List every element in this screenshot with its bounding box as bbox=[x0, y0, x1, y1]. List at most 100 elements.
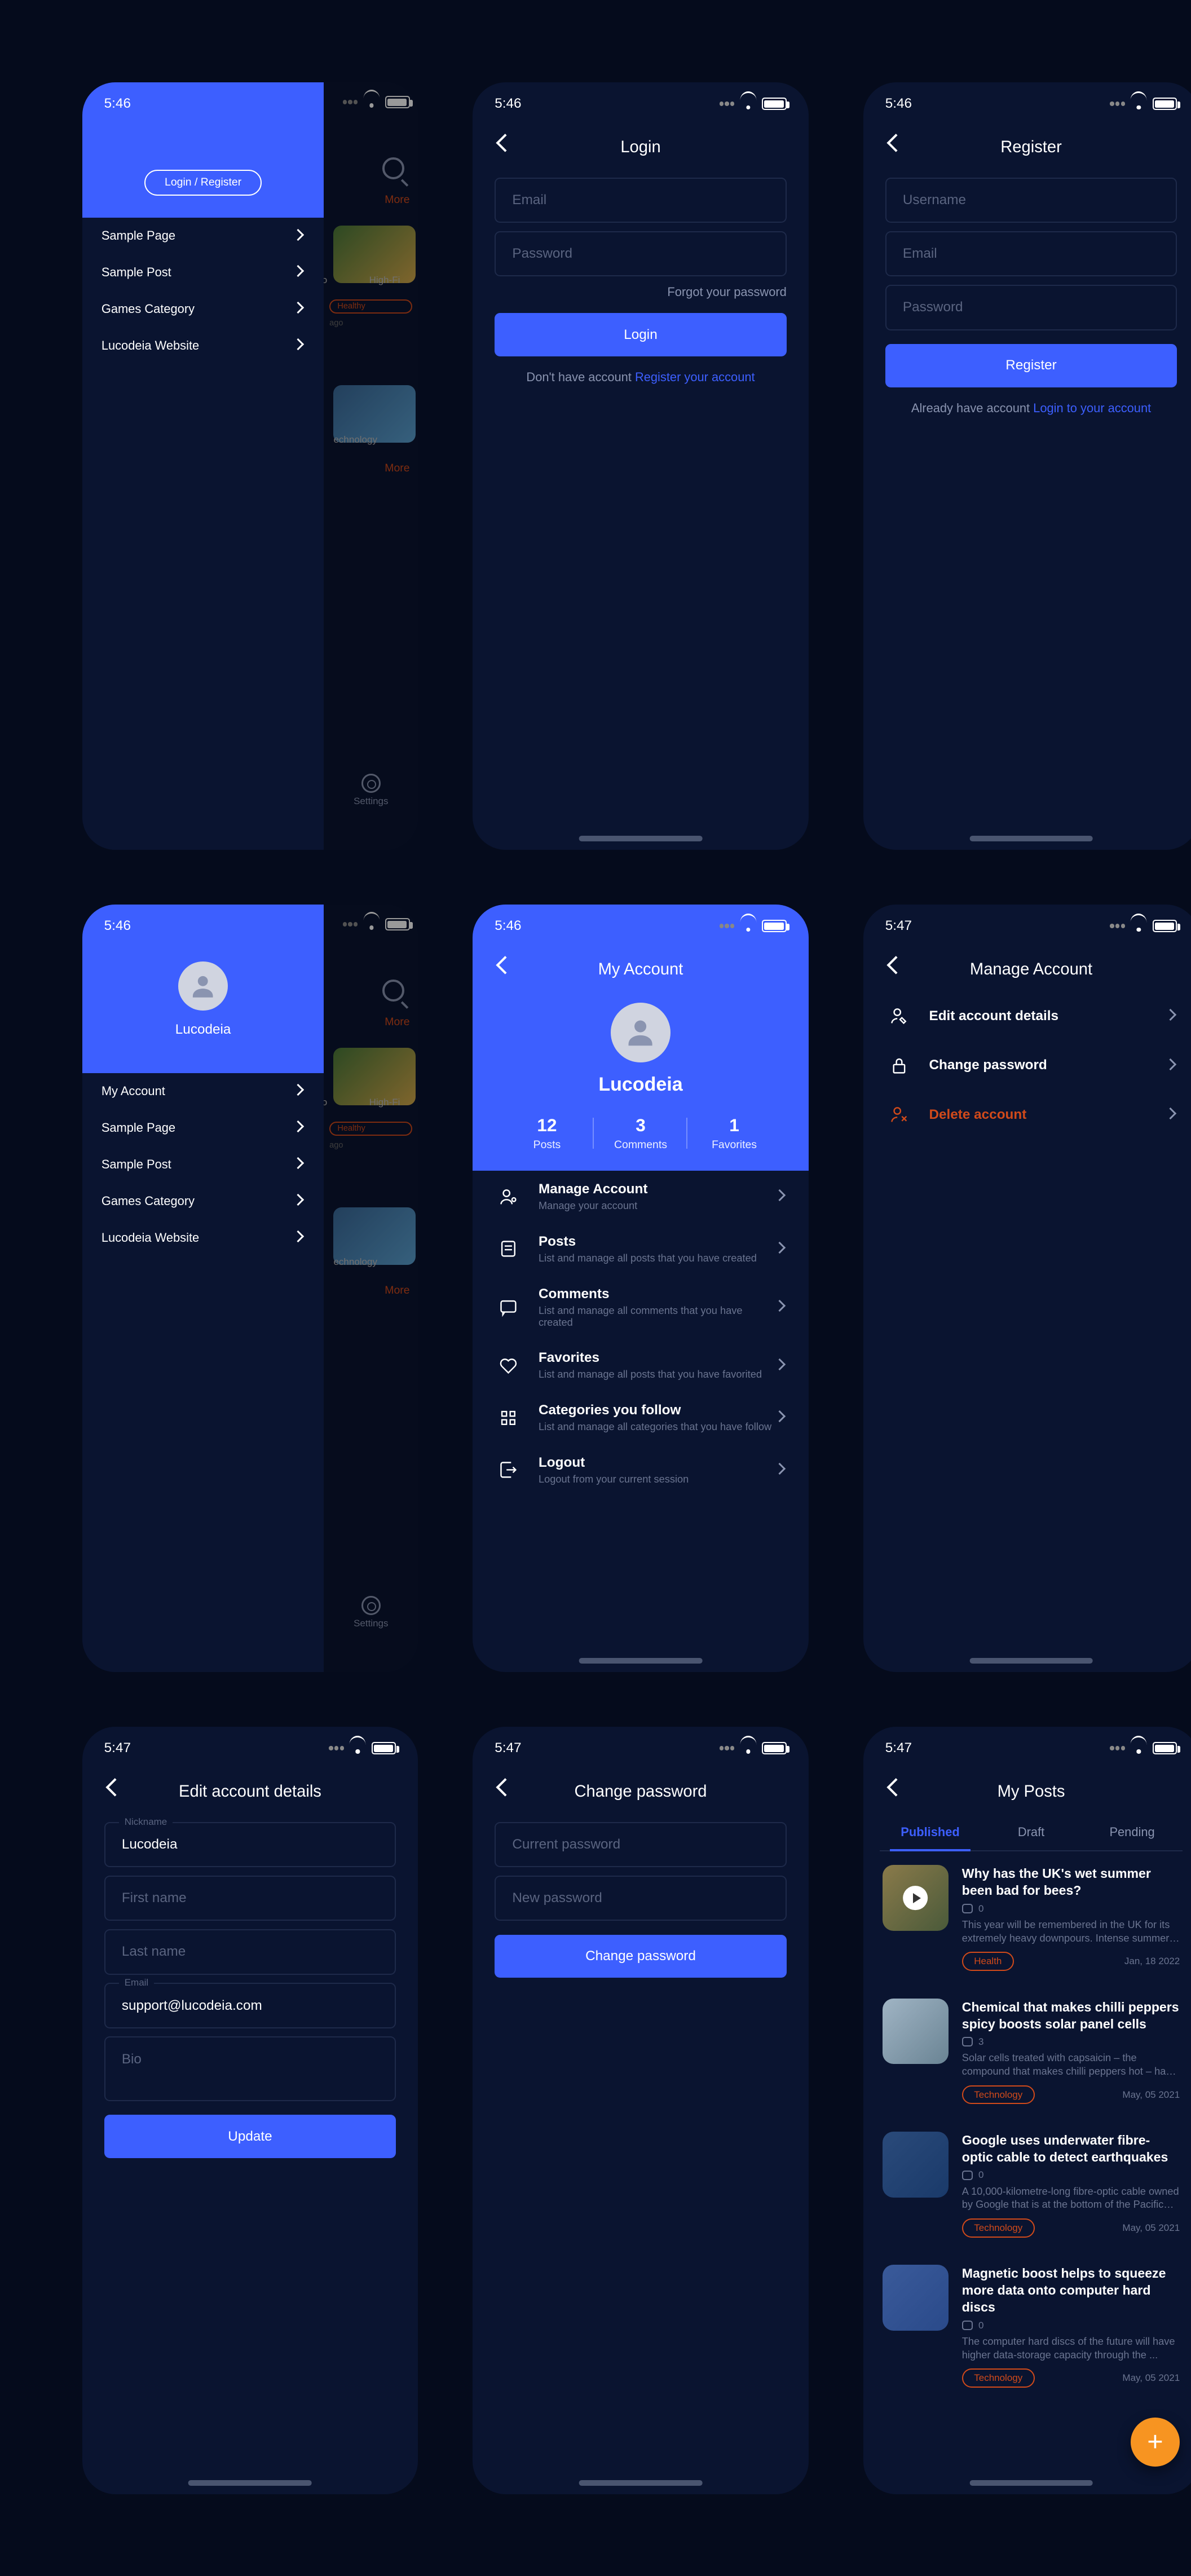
post-tag[interactable]: Technology bbox=[962, 2218, 1035, 2238]
chevron-right-icon bbox=[775, 1412, 786, 1423]
bio-field[interactable]: Bio bbox=[104, 2036, 396, 2101]
post-item[interactable]: Chemical that makes chilli peppers spicy… bbox=[863, 1984, 1191, 2118]
home-indicator bbox=[969, 2480, 1093, 2486]
register-button[interactable]: Register bbox=[885, 344, 1177, 387]
settings-button[interactable]: Settings bbox=[324, 1596, 418, 1629]
email-field[interactable]: Email bbox=[495, 178, 787, 223]
avatar[interactable] bbox=[178, 961, 227, 1011]
back-button[interactable] bbox=[495, 136, 517, 158]
avatar[interactable] bbox=[611, 1003, 671, 1063]
new-password-field[interactable]: New password bbox=[495, 1876, 787, 1921]
screen-manage-account: 5:47 Manage Account Edit account details… bbox=[863, 905, 1191, 1672]
back-button[interactable] bbox=[495, 1781, 517, 1803]
menu-games-category[interactable]: Games Category bbox=[82, 291, 324, 328]
menu-sample-page[interactable]: Sample Page bbox=[82, 1110, 324, 1146]
comment-icon bbox=[962, 1904, 973, 1913]
forgot-password-link[interactable]: Forgot your password bbox=[495, 285, 787, 299]
no-account-text: Don't have account bbox=[526, 370, 631, 384]
password-field[interactable]: Password bbox=[495, 231, 787, 277]
menu-my-account[interactable]: My Account bbox=[82, 1073, 324, 1110]
screen-change-password: 5:47 Change password Current password Ne… bbox=[473, 1727, 808, 2494]
chevron-right-icon bbox=[294, 231, 305, 241]
more-link-2[interactable]: More bbox=[324, 1279, 418, 1303]
password-field[interactable]: Password bbox=[885, 285, 1177, 330]
search-icon[interactable] bbox=[382, 980, 404, 1002]
post-tag[interactable]: Technology bbox=[962, 2085, 1035, 2105]
lastname-field[interactable]: Last name bbox=[104, 1929, 396, 1975]
chevron-right-icon bbox=[775, 1302, 786, 1312]
home-indicator bbox=[188, 2480, 312, 2486]
chevron-right-icon bbox=[294, 1086, 305, 1096]
chevron-right-icon bbox=[294, 1122, 305, 1133]
page-title: Edit account details bbox=[126, 1783, 374, 1801]
page-title: Manage Account bbox=[907, 960, 1155, 979]
menu-games-category[interactable]: Games Category bbox=[82, 1183, 324, 1219]
page-title: Register bbox=[907, 138, 1155, 157]
login-button[interactable]: Login bbox=[495, 313, 787, 356]
item-edit-details[interactable]: Edit account details bbox=[863, 991, 1191, 1040]
status-time: 5:46 bbox=[495, 918, 521, 934]
stat-posts[interactable]: 12Posts bbox=[500, 1115, 594, 1152]
screen-edit-account: 5:47 Edit account details NicknameLucode… bbox=[82, 1727, 418, 2494]
item-delete-account[interactable]: Delete account bbox=[863, 1090, 1191, 1139]
back-button[interactable] bbox=[885, 136, 907, 158]
email-field[interactable]: Emailsupport@lucodeia.com bbox=[104, 1983, 396, 2028]
back-button[interactable] bbox=[885, 1781, 907, 1803]
search-icon[interactable] bbox=[382, 157, 404, 179]
email-field[interactable]: Email bbox=[885, 231, 1177, 277]
item-posts[interactable]: PostsList and manage all posts that you … bbox=[473, 1223, 808, 1276]
post-thumbnail bbox=[883, 1999, 949, 2065]
home-indicator bbox=[579, 2480, 703, 2486]
chevron-right-icon bbox=[1166, 1109, 1177, 1120]
comment-icon bbox=[962, 2321, 973, 2330]
username-field[interactable]: Username bbox=[885, 178, 1177, 223]
item-favorites[interactable]: FavoritesList and manage all posts that … bbox=[473, 1339, 808, 1392]
menu-sample-post[interactable]: Sample Post bbox=[82, 1146, 324, 1183]
menu-sample-page[interactable]: Sample Page bbox=[82, 218, 324, 254]
item-change-password[interactable]: Change password bbox=[863, 1041, 1191, 1090]
add-post-fab[interactable]: + bbox=[1131, 2418, 1180, 2467]
more-link[interactable]: More bbox=[324, 1010, 418, 1034]
nickname-field[interactable]: NicknameLucodeia bbox=[104, 1822, 396, 1868]
back-button[interactable] bbox=[495, 959, 517, 981]
item-manage-account[interactable]: Manage AccountManage your account bbox=[473, 1171, 808, 1223]
post-item[interactable]: Google uses underwater fibre-optic cable… bbox=[863, 2118, 1191, 2251]
heart-icon bbox=[495, 1355, 522, 1377]
user-delete-icon bbox=[885, 1104, 913, 1126]
post-item[interactable]: Magnetic boost helps to squeeze more dat… bbox=[863, 2251, 1191, 2401]
stat-favorites[interactable]: 1Favorites bbox=[687, 1115, 781, 1152]
change-password-button[interactable]: Change password bbox=[495, 1935, 787, 1978]
more-link[interactable]: More bbox=[324, 188, 418, 211]
menu-sample-post[interactable]: Sample Post bbox=[82, 254, 324, 291]
post-date: May, 05 2021 bbox=[1122, 2372, 1180, 2384]
register-link[interactable]: Register your account bbox=[635, 370, 755, 384]
settings-button[interactable]: Settings bbox=[324, 774, 418, 807]
update-button[interactable]: Update bbox=[104, 2115, 396, 2158]
item-logout[interactable]: LogoutLogout from your current session bbox=[473, 1444, 808, 1496]
post-tag[interactable]: Health bbox=[962, 1952, 1014, 1971]
user-edit-icon bbox=[885, 1005, 913, 1027]
chevron-right-icon bbox=[775, 1360, 786, 1371]
chevron-right-icon bbox=[294, 1232, 305, 1243]
menu-lucodeia-website[interactable]: Lucodeia Website bbox=[82, 328, 324, 364]
more-link-2[interactable]: More bbox=[324, 457, 418, 480]
tab-draft[interactable]: Draft bbox=[981, 1814, 1082, 1850]
tab-published[interactable]: Published bbox=[880, 1814, 981, 1850]
item-comments[interactable]: CommentsList and manage all comments tha… bbox=[473, 1275, 808, 1339]
menu-lucodeia-website[interactable]: Lucodeia Website bbox=[82, 1219, 324, 1256]
post-tag[interactable]: Technology bbox=[962, 2368, 1035, 2388]
chevron-right-icon bbox=[294, 1159, 305, 1170]
tab-pending[interactable]: Pending bbox=[1082, 1814, 1183, 1850]
current-password-field[interactable]: Current password bbox=[495, 1822, 787, 1868]
post-item[interactable]: Why has the UK's wet summer been bad for… bbox=[863, 1851, 1191, 1984]
back-button[interactable] bbox=[104, 1781, 126, 1803]
firstname-field[interactable]: First name bbox=[104, 1876, 396, 1921]
login-link[interactable]: Login to your account bbox=[1033, 401, 1151, 415]
grid-icon bbox=[495, 1407, 522, 1429]
back-button[interactable] bbox=[885, 959, 907, 981]
have-account-text: Already have account bbox=[911, 401, 1030, 415]
item-categories[interactable]: Categories you followList and manage all… bbox=[473, 1392, 808, 1444]
post-thumbnail bbox=[883, 2132, 949, 2198]
login-register-button[interactable]: Login / Register bbox=[144, 170, 262, 196]
stat-comments[interactable]: 3Comments bbox=[594, 1115, 687, 1152]
